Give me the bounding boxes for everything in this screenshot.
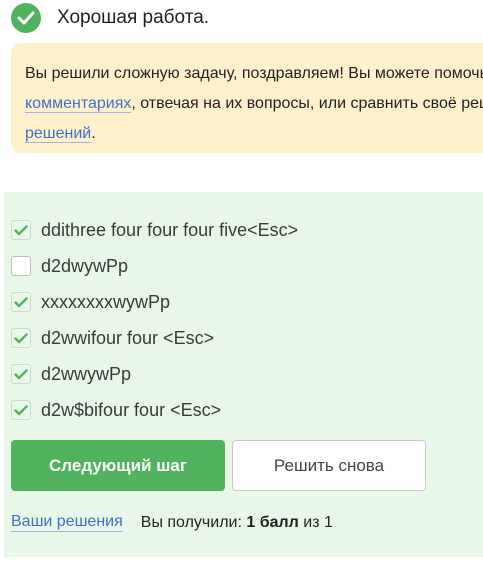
your-solutions-link[interactable]: Ваши решения — [11, 513, 123, 532]
next-step-button[interactable]: Следующий шаг — [11, 440, 225, 491]
footer: Ваши решения Вы получили: 1 балл из 1 — [11, 513, 333, 532]
option-label: d2w$bifour four <Esc> — [41, 399, 222, 420]
congrats-notice: Вы решили сложную задачу, поздравляем! В… — [11, 43, 483, 153]
check-circle-icon — [11, 3, 41, 33]
solve-again-button[interactable]: Решить снова — [232, 440, 426, 491]
notice-line-3-text: . — [91, 125, 96, 142]
status-text: Хорошая работа. — [57, 7, 210, 28]
option-row[interactable]: d2wwywPp — [11, 356, 298, 392]
option-checkbox[interactable] — [11, 400, 31, 420]
checkmark-icon — [14, 296, 28, 307]
option-label: d2wwifour four <Esc> — [41, 327, 215, 348]
option-label: xxxxxxxxwywPp — [41, 291, 171, 312]
options-list: ddithree four four four five<Esc> d2dwywP… — [11, 212, 298, 428]
checkmark-icon — [14, 332, 28, 343]
option-label: d2dwywPp — [41, 255, 129, 276]
comments-link[interactable]: комментариях — [25, 95, 132, 113]
option-row[interactable]: ddithree four four four five<Esc> — [11, 212, 298, 248]
checkmark-icon — [14, 404, 28, 415]
score-suffix: из 1 — [298, 513, 333, 531]
option-row[interactable]: d2w$bifour four <Esc> — [11, 392, 298, 428]
option-row[interactable]: d2dwywPp — [11, 248, 298, 284]
status-bar: Хорошая работа. — [11, 3, 209, 33]
notice-line-1: Вы решили сложную задачу, поздравляем! В… — [25, 65, 483, 82]
option-checkbox[interactable] — [11, 328, 31, 348]
score-prefix: Вы получили: — [140, 513, 247, 531]
score-value: 1 балл — [246, 513, 299, 531]
notice-line-2: комментариях, отвечая на их вопросы, или… — [25, 89, 483, 119]
notice-line-2-text: , отвечая на их вопросы, или сравнить св… — [131, 95, 483, 112]
option-checkbox[interactable] — [11, 256, 31, 276]
option-checkbox[interactable] — [11, 292, 31, 312]
option-label: d2wwywPp — [41, 363, 132, 384]
option-checkbox[interactable] — [11, 364, 31, 384]
notice-line-3: решений. — [25, 119, 483, 149]
option-label: ddithree four four four five<Esc> — [41, 219, 299, 240]
checkmark-icon — [14, 224, 28, 235]
score-text: Вы получили: 1 балл из 1 — [141, 514, 333, 532]
option-checkbox[interactable] — [11, 220, 31, 240]
quiz-panel: ddithree four four four five<Esc> d2dwywP… — [4, 192, 483, 557]
solutions-forum-link[interactable]: решений — [25, 125, 92, 143]
option-row[interactable]: xxxxxxxxwywPp — [11, 284, 298, 320]
checkmark-icon — [14, 368, 28, 379]
option-row[interactable]: d2wwifour four <Esc> — [11, 320, 298, 356]
